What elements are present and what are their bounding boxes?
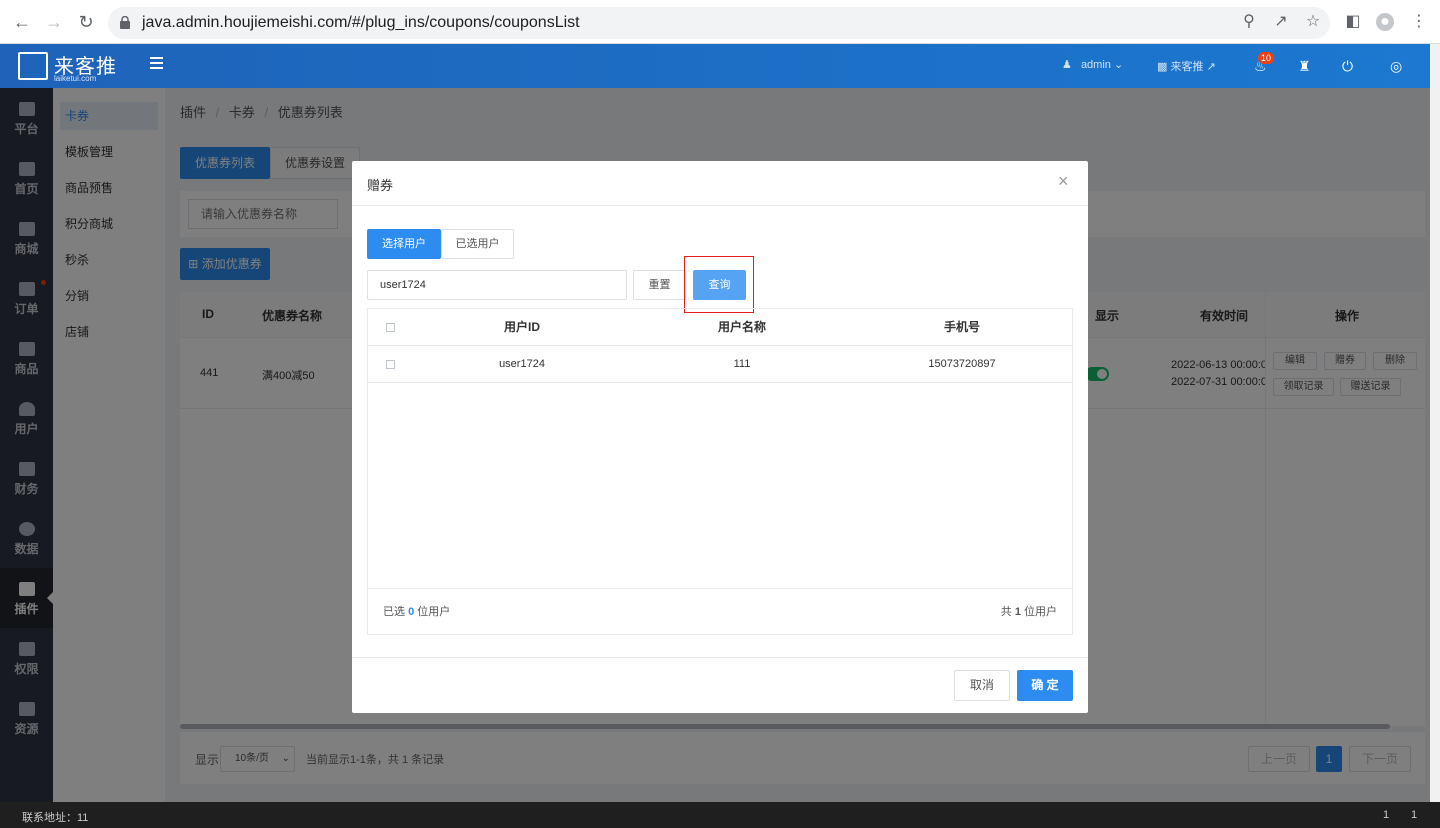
user-table: 用户ID 用户名称 手机号 user1724 111 15073720897 已… — [367, 308, 1073, 635]
footer-contact: 联系地址：11 — [22, 812, 89, 824]
notification-badge: 10 — [1258, 52, 1274, 64]
cell-user-id: user1724 — [499, 358, 545, 370]
sidepanel-icon[interactable]: ◧ — [1344, 13, 1362, 31]
shop-link[interactable]: ▩ 来客推 ↗ — [1157, 58, 1216, 74]
shop-icon: ▩ — [1157, 61, 1168, 73]
lock-icon — [120, 16, 130, 29]
forward-icon[interactable]: → — [44, 12, 64, 32]
user-menu[interactable]: ♟ admin ⌄ — [1062, 58, 1123, 71]
close-icon[interactable]: × — [1058, 171, 1069, 192]
total-count-text: 共 1 位用户 — [1000, 606, 1057, 618]
dialog-header: 赠券 × — [352, 161, 1088, 206]
dialog-footer-divider — [352, 657, 1088, 658]
globe-icon[interactable]: ◎ — [1390, 58, 1402, 75]
profile-icon[interactable]: ● — [1376, 13, 1394, 31]
footer: 联系地址：11 1 1 — [0, 802, 1440, 828]
menu-icon[interactable]: ⋮ — [1410, 13, 1428, 31]
star-icon[interactable]: ☆ — [1304, 13, 1322, 31]
menu-toggle-icon[interactable] — [150, 57, 163, 69]
power-icon[interactable]: ⏻ — [1342, 58, 1353, 75]
total-count: 1 — [1014, 606, 1021, 618]
tab-selected-users[interactable]: 已选用户 — [441, 229, 514, 259]
url-text: java.admin.houjiemeishi.com/#/plug_ins/c… — [142, 14, 580, 31]
skin-icon[interactable]: ♜ — [1298, 58, 1311, 75]
user-avatar-icon: ♟ — [1062, 59, 1072, 71]
address-bar[interactable]: java.admin.houjiemeishi.com/#/plug_ins/c… — [108, 7, 1330, 39]
col-user-id: 用户ID — [503, 320, 540, 334]
cell-phone: 15073720897 — [928, 358, 996, 370]
reload-icon[interactable]: ↻ — [76, 12, 96, 32]
table-row[interactable]: user1724 111 15073720897 — [368, 346, 1072, 383]
top-navbar: 来客推 laiketui.com ♟ admin ⌄ ▩ 来客推 ↗ ♨ 10 … — [0, 44, 1430, 88]
chevron-down-icon: ⌄ — [1113, 59, 1124, 71]
footer-right-2: 1 — [1411, 809, 1418, 821]
col-phone: 手机号 — [943, 320, 980, 334]
user-table-header: 用户ID 用户名称 手机号 — [368, 309, 1072, 346]
row-checkbox[interactable] — [386, 360, 395, 369]
selected-count-text: 已选 0 位用户 — [383, 606, 451, 618]
table-footer-divider — [368, 588, 1072, 589]
user-name: admin — [1080, 59, 1111, 71]
user-search-input[interactable] — [367, 270, 627, 300]
tab-select-users[interactable]: 选择用户 — [367, 229, 441, 259]
selected-count: 0 — [408, 606, 415, 618]
cancel-button[interactable]: 取消 — [954, 670, 1010, 701]
confirm-button[interactable]: 确 定 — [1017, 670, 1073, 701]
select-all-checkbox[interactable] — [386, 323, 395, 332]
browser-toolbar: ← → ↻ java.admin.houjiemeishi.com/#/plug… — [0, 0, 1440, 44]
cell-user-name: 111 — [733, 358, 751, 370]
reset-button[interactable]: 重置 — [633, 270, 686, 300]
page-scrollbar[interactable] — [1430, 44, 1440, 802]
highlight-box — [684, 256, 754, 313]
back-icon[interactable]: ← — [12, 12, 32, 32]
footer-right-1: 1 — [1383, 809, 1390, 821]
zoom-icon[interactable]: ⚲ — [1240, 13, 1258, 31]
logo: 来客推 laiketui.com — [18, 50, 118, 84]
dialog-title: 赠券 — [367, 178, 394, 193]
col-user-name: 用户名称 — [717, 320, 766, 334]
external-link-icon: ↗ — [1206, 61, 1216, 73]
give-coupon-dialog: 赠券 × 选择用户 已选用户 重置 查询 用户ID 用户名称 手机号 user1… — [352, 161, 1088, 713]
share-icon[interactable]: ↗ — [1272, 13, 1290, 31]
